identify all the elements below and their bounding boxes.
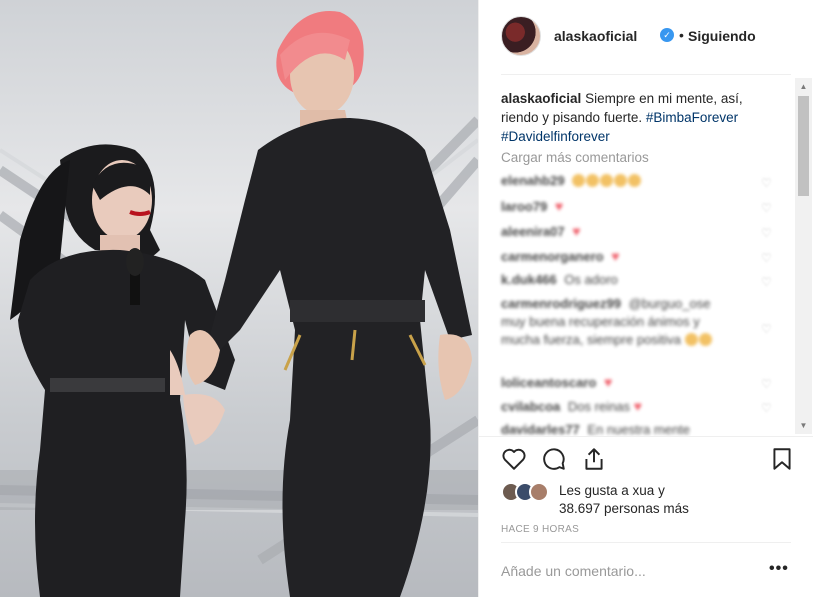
comment-username[interactable]: carmenorganero xyxy=(501,249,604,264)
actions-divider xyxy=(479,436,813,437)
comment-username[interactable]: carmenrodriguez99 xyxy=(501,296,621,311)
comment-username[interactable]: laroo79 xyxy=(501,199,547,214)
scrollbar-thumb[interactable] xyxy=(798,96,809,196)
scroll-down-arrow-icon[interactable]: ▼ xyxy=(795,417,812,434)
comment-like-heart-icon[interactable]: ♡ xyxy=(761,275,772,289)
likes-summary: Les gusta a xua y 38.697 personas más xyxy=(501,482,791,518)
scroll-up-arrow-icon[interactable]: ▲ xyxy=(795,78,812,95)
comment-like-heart-icon[interactable]: ♡ xyxy=(761,201,772,215)
avatar xyxy=(529,482,549,502)
comment-like-heart-icon[interactable]: ♡ xyxy=(761,377,772,391)
instagram-post-modal: alaskaoficial ✓ • Siguiendo alaskaoficia… xyxy=(0,0,813,597)
comment-username[interactable]: davidarles77 xyxy=(501,422,580,435)
stage-scene-illustration xyxy=(0,11,478,597)
comment-like-heart-icon[interactable]: ♡ xyxy=(761,226,772,240)
post-caption: alaskaoficial Siempre en mi mente, así, … xyxy=(501,89,751,146)
list-item: aleenira07 ♥ xyxy=(501,222,751,241)
load-more-comments-button[interactable]: Cargar más comentarios xyxy=(501,150,649,165)
list-item: carmenorganero ♥ xyxy=(501,247,751,266)
comment-icon[interactable] xyxy=(541,446,567,472)
heart-emoji-icon: ♥ xyxy=(604,374,613,390)
list-item: k.duk466 Os adoro xyxy=(501,271,751,289)
list-item: davidarles77 En nuestra mente xyxy=(501,421,751,435)
comment-username[interactable]: elenahb29 xyxy=(501,173,565,188)
comment-username[interactable]: k.duk466 xyxy=(501,272,557,287)
caption-hashtag[interactable]: #BimbaForever xyxy=(646,110,738,125)
heart-emoji-icon: ♥ xyxy=(572,223,581,239)
post-header: alaskaoficial ✓ • Siguiendo xyxy=(479,0,813,74)
list-item: laroo79 ♥ xyxy=(501,197,751,216)
comment-text: Os adoro xyxy=(564,272,618,287)
comment-like-heart-icon[interactable]: ♡ xyxy=(761,176,772,190)
header-username[interactable]: alaskaoficial xyxy=(554,28,637,44)
comment-username[interactable]: cvilabcoa xyxy=(501,399,560,414)
header-divider xyxy=(501,74,791,75)
post-actions-bar xyxy=(501,446,796,476)
list-item: elenahb29 xyxy=(501,172,751,190)
caption-username[interactable]: alaskaoficial xyxy=(501,91,581,106)
post-photo[interactable] xyxy=(0,0,478,597)
heart-emoji-icon: ♥ xyxy=(554,198,564,214)
share-icon[interactable] xyxy=(581,446,607,472)
verified-badge-icon: ✓ xyxy=(660,28,674,42)
comment-text: En nuestra mente xyxy=(587,422,691,435)
likes-count-text[interactable]: Les gusta a xua y 38.697 personas más xyxy=(559,482,689,518)
list-item: loliceantoscaro ♥ xyxy=(501,373,751,392)
likes-line-2: 38.697 personas más xyxy=(559,501,689,516)
add-comment-input[interactable]: Añade un comentario... xyxy=(501,563,646,579)
post-details-panel: alaskaoficial ✓ • Siguiendo alaskaoficia… xyxy=(478,0,813,597)
heart-emoji-icon: ♥ xyxy=(633,398,642,414)
caption-hashtag[interactable]: #Davidelfinforever xyxy=(501,129,610,144)
heart-icon[interactable] xyxy=(501,446,527,472)
comment-username[interactable]: loliceantoscaro xyxy=(501,375,596,390)
comment-like-heart-icon[interactable]: ♡ xyxy=(761,401,772,415)
more-options-button[interactable]: ••• xyxy=(769,560,789,578)
list-item: cvilabcoa Dos reinas ♥ xyxy=(501,397,751,416)
comment-like-heart-icon[interactable]: ♡ xyxy=(761,322,772,336)
likes-line-1: Les gusta a xua y xyxy=(559,483,665,498)
avatar[interactable] xyxy=(501,16,541,56)
comment-text: Dos reinas xyxy=(567,399,631,414)
comment-divider xyxy=(501,542,791,543)
comments-scrollbar[interactable]: ▲ ▼ xyxy=(795,78,812,434)
follow-status-button[interactable]: Siguiendo xyxy=(688,28,756,44)
comment-like-heart-icon[interactable]: ♡ xyxy=(761,251,772,265)
heart-emoji-icon: ♥ xyxy=(611,248,620,264)
bookmark-icon[interactable] xyxy=(769,446,795,472)
comment-username[interactable]: aleenira07 xyxy=(501,224,565,239)
liker-avatars[interactable] xyxy=(501,482,553,504)
post-timestamp[interactable]: HACE 9 HORAS xyxy=(501,524,579,535)
list-item: carmenrodriguez99 @burguo_ose muy buena … xyxy=(501,295,736,349)
header-separator: • xyxy=(679,27,684,43)
